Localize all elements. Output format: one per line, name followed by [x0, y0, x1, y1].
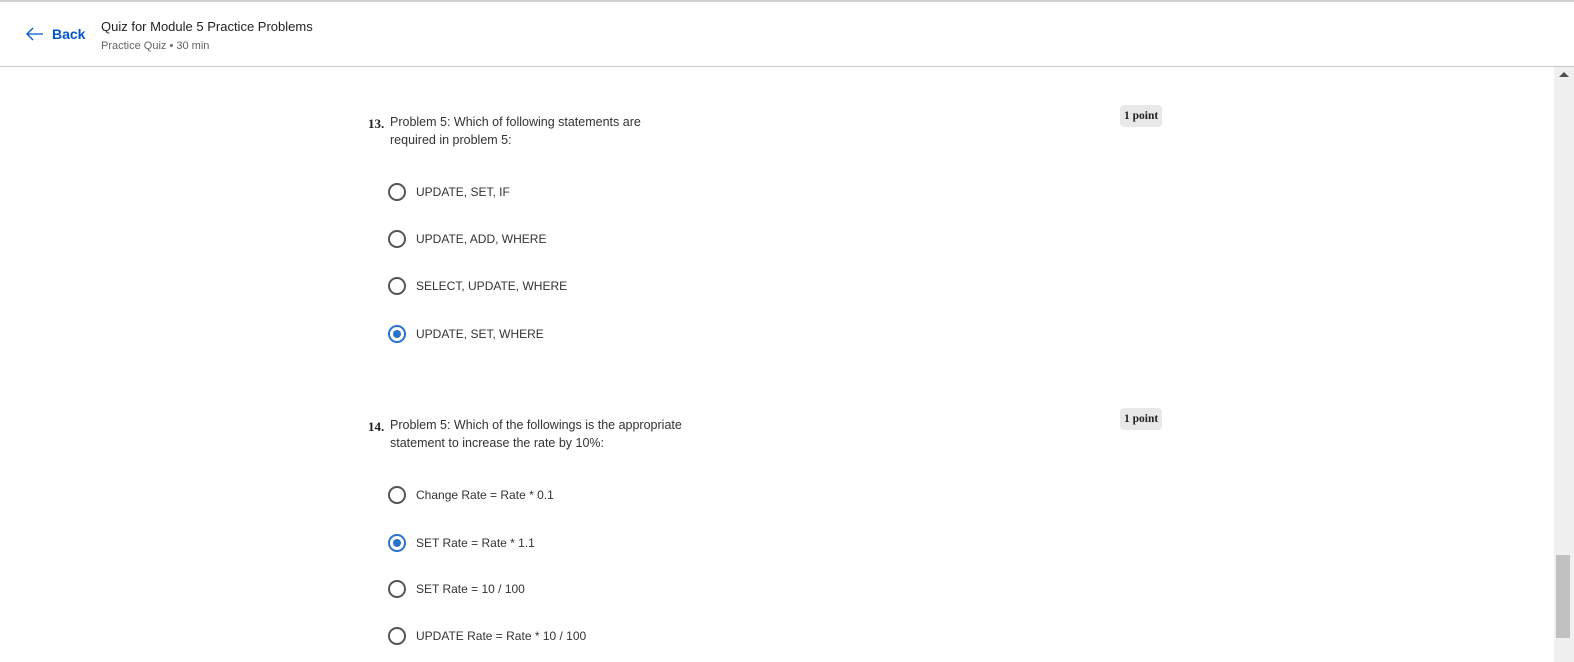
- radio-button-selected[interactable]: [388, 534, 406, 552]
- question-14: 14. Problem 5: Which of the followings i…: [368, 408, 1168, 645]
- answer-option[interactable]: UPDATE, SET, WHERE: [388, 325, 544, 343]
- option-label: SET Rate = Rate * 1.1: [416, 536, 535, 550]
- quiz-header: Back Quiz for Module 5 Practice Problems…: [0, 0, 1574, 67]
- radio-button-selected[interactable]: [388, 325, 406, 343]
- quiz-content: 13. Problem 5: Which of following statem…: [0, 67, 1554, 662]
- answer-option[interactable]: SET Rate = 10 / 100: [388, 580, 525, 598]
- radio-button[interactable]: [388, 627, 406, 645]
- question-text: Problem 5: Which of the followings is th…: [390, 418, 682, 450]
- scrollbar-thumb[interactable]: [1556, 555, 1570, 638]
- answer-option[interactable]: Change Rate = Rate * 0.1: [388, 486, 554, 504]
- radio-button[interactable]: [388, 486, 406, 504]
- question-number: 14.: [368, 419, 385, 434]
- option-label: UPDATE, SET, WHERE: [416, 327, 544, 341]
- option-label: SET Rate = 10 / 100: [416, 582, 525, 596]
- option-label: SELECT, UPDATE, WHERE: [416, 279, 568, 293]
- question-text: Problem 5: Which of following statements…: [390, 115, 641, 147]
- answer-option[interactable]: SET Rate = Rate * 1.1: [388, 534, 535, 552]
- page-title: Quiz for Module 5 Practice Problems: [101, 19, 313, 34]
- answer-option[interactable]: UPDATE, SET, IF: [388, 183, 510, 201]
- question-number: 13.: [368, 116, 385, 131]
- points-badge: 1 point: [1120, 408, 1163, 430]
- scrollbar[interactable]: [1554, 67, 1574, 662]
- page-subtitle: Practice Quiz • 30 min: [101, 40, 210, 52]
- back-label: Back: [52, 26, 86, 42]
- answer-option[interactable]: SELECT, UPDATE, WHERE: [388, 277, 567, 295]
- question-13: 13. Problem 5: Which of following statem…: [368, 105, 1168, 343]
- option-label: UPDATE, ADD, WHERE: [416, 232, 547, 246]
- points-badge: 1 point: [1120, 105, 1163, 127]
- scroll-up-icon[interactable]: [1559, 72, 1569, 77]
- radio-button[interactable]: [388, 580, 406, 598]
- back-button[interactable]: Back: [26, 26, 85, 42]
- radio-button[interactable]: [388, 183, 406, 201]
- radio-button[interactable]: [388, 230, 406, 248]
- answer-option[interactable]: UPDATE Rate = Rate * 10 / 100: [388, 627, 586, 645]
- answer-option[interactable]: UPDATE, ADD, WHERE: [388, 230, 546, 248]
- option-label: UPDATE, SET, IF: [416, 185, 510, 199]
- arrow-left-icon: [26, 27, 43, 41]
- option-label: Change Rate = Rate * 0.1: [416, 488, 554, 502]
- option-label: UPDATE Rate = Rate * 10 / 100: [416, 629, 587, 643]
- radio-button[interactable]: [388, 277, 406, 295]
